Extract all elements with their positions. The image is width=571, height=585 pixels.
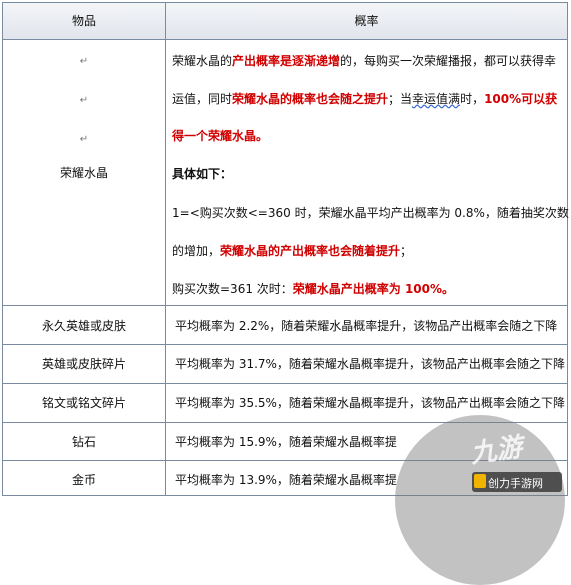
watermark-logo-icon — [474, 474, 486, 488]
paragraph-mark: ↵ — [79, 56, 89, 67]
rate-cell: 平均概率为 2.2%，随着荣耀水晶概率提升，该物品产出概率会随之下降 — [175, 319, 558, 333]
glory-line-7: 购买次数=361 次时：荣耀水晶产出概率为 100%。 — [172, 282, 455, 296]
item-glory-crystal: 荣耀水晶 — [59, 166, 108, 180]
row-divider — [2, 344, 568, 345]
rate-cell: 平均概率为 15.9%，随着荣耀水晶概率提 — [175, 435, 397, 449]
watermark-site: 创力手游网 — [488, 477, 543, 490]
item-cell: 钻石 — [71, 435, 96, 449]
header-item: 物品 — [71, 14, 96, 28]
rate-cell: 平均概率为 31.7%，随着荣耀水晶概率提升，该物品产出概率会随之下降 — [175, 357, 565, 371]
item-cell: 英雄或皮肤碎片 — [41, 357, 126, 371]
item-cell: 铭文或铭文碎片 — [41, 396, 126, 410]
row-divider — [2, 39, 568, 40]
row-divider — [2, 383, 568, 384]
watermark-logo-text: 九游 — [468, 432, 525, 470]
item-cell: 金币 — [71, 473, 96, 487]
paragraph-mark: ↵ — [79, 134, 89, 145]
glory-line-6: 的增加，荣耀水晶的产出概率也会随着提升； — [172, 244, 413, 258]
rate-cell: 平均概率为 35.5%，随着荣耀水晶概率提升，该物品产出概率会随之下降 — [175, 396, 565, 410]
paragraph-mark: ↵ — [79, 95, 89, 106]
glory-line-3: 得一个荣耀水晶。 — [172, 129, 269, 143]
glory-line-1: 荣耀水晶的产出概率是逐渐递增的，每购买一次荣耀播报，都可以获得幸 — [172, 54, 557, 68]
rate-cell: 平均概率为 13.9%，随着荣耀水晶概率提 — [175, 473, 397, 487]
glory-line-5: 1=<购买次数<=360 时，荣耀水晶平均产出概率为 0.8%，随着抽奖次数 — [172, 206, 569, 220]
row-divider — [2, 305, 568, 306]
header-rate: 概率 — [354, 14, 379, 28]
item-cell: 永久英雄或皮肤 — [41, 319, 126, 333]
glory-line-4: 具体如下： — [172, 167, 233, 181]
glory-line-2: 运值，同时荣耀水晶的概率也会随之提升；当幸运值满时，100%可以获 — [172, 92, 558, 106]
